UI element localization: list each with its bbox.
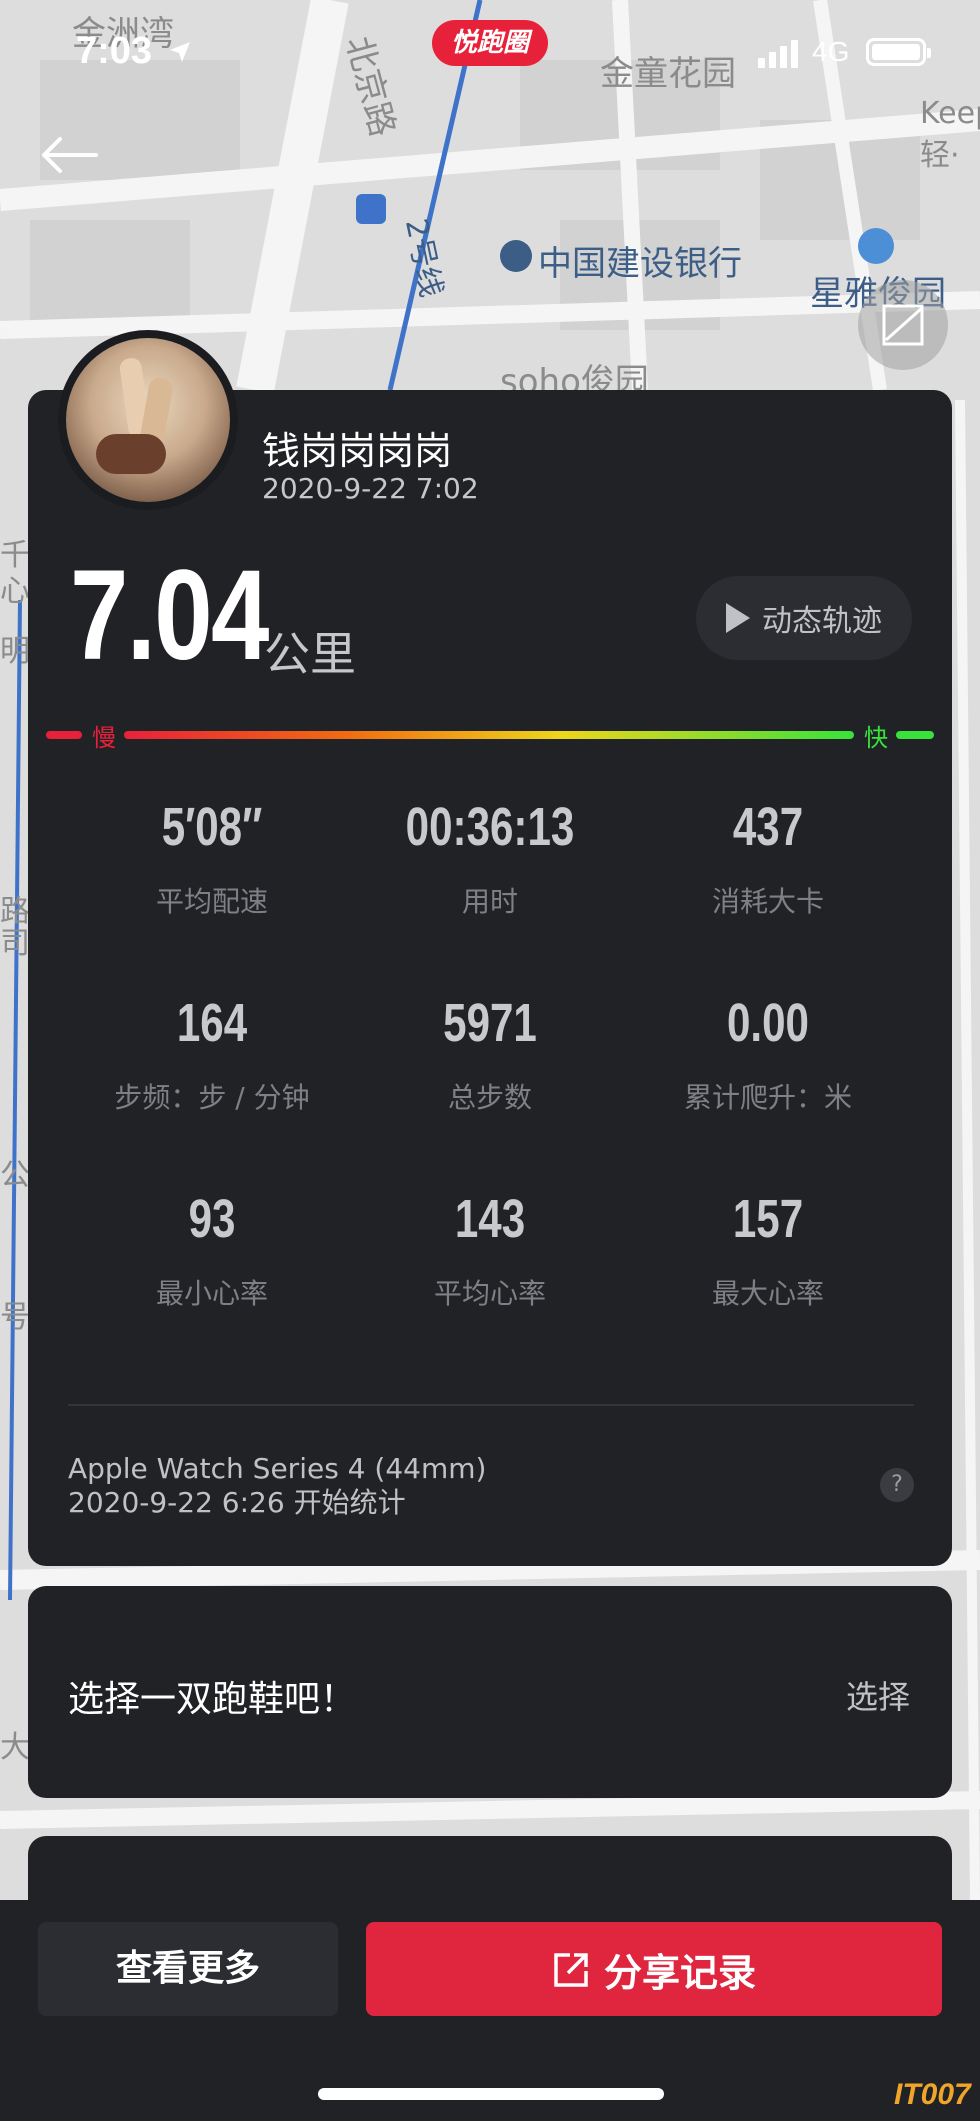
stat-label: 平均心率 <box>433 1277 546 1310</box>
battery-icon <box>866 38 931 66</box>
stat-total-steps: 5971 总步数 <box>350 992 630 1116</box>
distance-value: 7.04 <box>70 544 269 687</box>
status-time: 7:03 <box>76 30 153 72</box>
help-icon[interactable]: ? <box>880 1468 914 1502</box>
stat-avg-pace: 5′08″ 平均配速 <box>72 796 352 920</box>
stat-label: 步频：步 / 分钟 <box>114 1081 310 1114</box>
stat-calories: 437 消耗大卡 <box>628 796 908 920</box>
stat-value: 0.00 <box>727 993 809 1053</box>
stat-label: 累计爬升：米 <box>683 1081 852 1114</box>
dynamic-track-label: 动态轨迹 <box>762 604 882 639</box>
stat-value: 5′08″ <box>161 797 263 857</box>
slow-label: 慢 <box>92 724 116 752</box>
app-logo-badge: 悦跑圈 <box>432 20 548 66</box>
home-indicator[interactable] <box>318 2088 664 2100</box>
stat-value: 157 <box>732 1189 804 1249</box>
avatar[interactable] <box>58 330 238 510</box>
record-time: 2020-9-22 7:02 <box>262 472 479 505</box>
map-label: 轻· <box>920 138 960 173</box>
stat-elevation-gain: 0.00 累计爬升：米 <box>628 992 908 1116</box>
map-label-bank: 中国建设银行 <box>538 244 742 284</box>
play-icon <box>726 603 750 633</box>
stat-label: 消耗大卡 <box>711 885 824 918</box>
map-label: 明 <box>0 634 30 669</box>
back-arrow-icon[interactable] <box>34 130 104 180</box>
network-type: 4G <box>812 36 850 67</box>
share-record-button[interactable]: 分享记录 <box>366 1922 942 2016</box>
stat-value: 93 <box>188 1189 236 1249</box>
residence-icon <box>858 228 894 264</box>
shoe-prompt: 选择一双跑鞋吧！ <box>68 1679 357 1720</box>
map-label: 司 <box>0 926 30 961</box>
stat-value: 00:36:13 <box>405 797 575 857</box>
stat-value: 437 <box>732 797 804 857</box>
device-info: Apple Watch Series 4 (44mm) 2020-9-22 6:… <box>68 1452 486 1520</box>
user-name: 钱岗岗岗岗 <box>262 429 453 473</box>
map-label: Keep <box>920 96 980 131</box>
watermark-logo: IT007 <box>894 2078 971 2111</box>
image-icon <box>882 304 924 346</box>
stat-label: 最小心率 <box>155 1277 268 1310</box>
dynamic-track-button[interactable]: 动态轨迹 <box>696 576 912 660</box>
stat-label: 最大心率 <box>711 1277 824 1310</box>
bank-icon <box>500 240 532 272</box>
stat-value: 143 <box>454 1189 526 1249</box>
map-label: 大 <box>0 1730 30 1765</box>
share-icon <box>554 1953 588 1987</box>
stat-cadence: 164 步频：步 / 分钟 <box>72 992 352 1116</box>
stat-min-heart-rate: 93 最小心率 <box>72 1188 352 1312</box>
stat-label: 总步数 <box>447 1081 532 1114</box>
stat-label: 用时 <box>461 885 518 918</box>
device-start-time: 2020-9-22 6:26 开始统计 <box>68 1486 406 1519</box>
signal-icon <box>758 40 798 68</box>
stat-value: 164 <box>176 993 248 1053</box>
map-label: 公 <box>0 1158 30 1193</box>
stat-avg-heart-rate: 143 平均心率 <box>350 1188 630 1312</box>
bus-stop-icon <box>356 194 386 224</box>
select-shoe-button[interactable]: 选择 <box>846 1672 910 1718</box>
location-arrow-icon <box>170 42 190 62</box>
view-more-button[interactable]: 查看更多 <box>38 1922 338 2016</box>
stat-label: 平均配速 <box>155 885 268 918</box>
stat-max-heart-rate: 157 最大心率 <box>628 1188 908 1312</box>
map-label: 心 <box>0 574 30 609</box>
fast-label: 快 <box>864 724 888 752</box>
pace-color-legend: 慢 快 <box>46 724 934 752</box>
share-record-label: 分享记录 <box>603 1950 756 1995</box>
device-name: Apple Watch Series 4 (44mm) <box>68 1452 487 1485</box>
map-style-toggle-button[interactable] <box>858 280 948 370</box>
divider <box>68 1404 914 1406</box>
map-label: 号 <box>0 1300 30 1335</box>
stat-value: 5971 <box>443 993 537 1053</box>
map-label: 金童花园 <box>600 54 736 94</box>
stat-duration: 00:36:13 用时 <box>350 796 630 920</box>
distance-unit: 公里 <box>264 627 356 681</box>
